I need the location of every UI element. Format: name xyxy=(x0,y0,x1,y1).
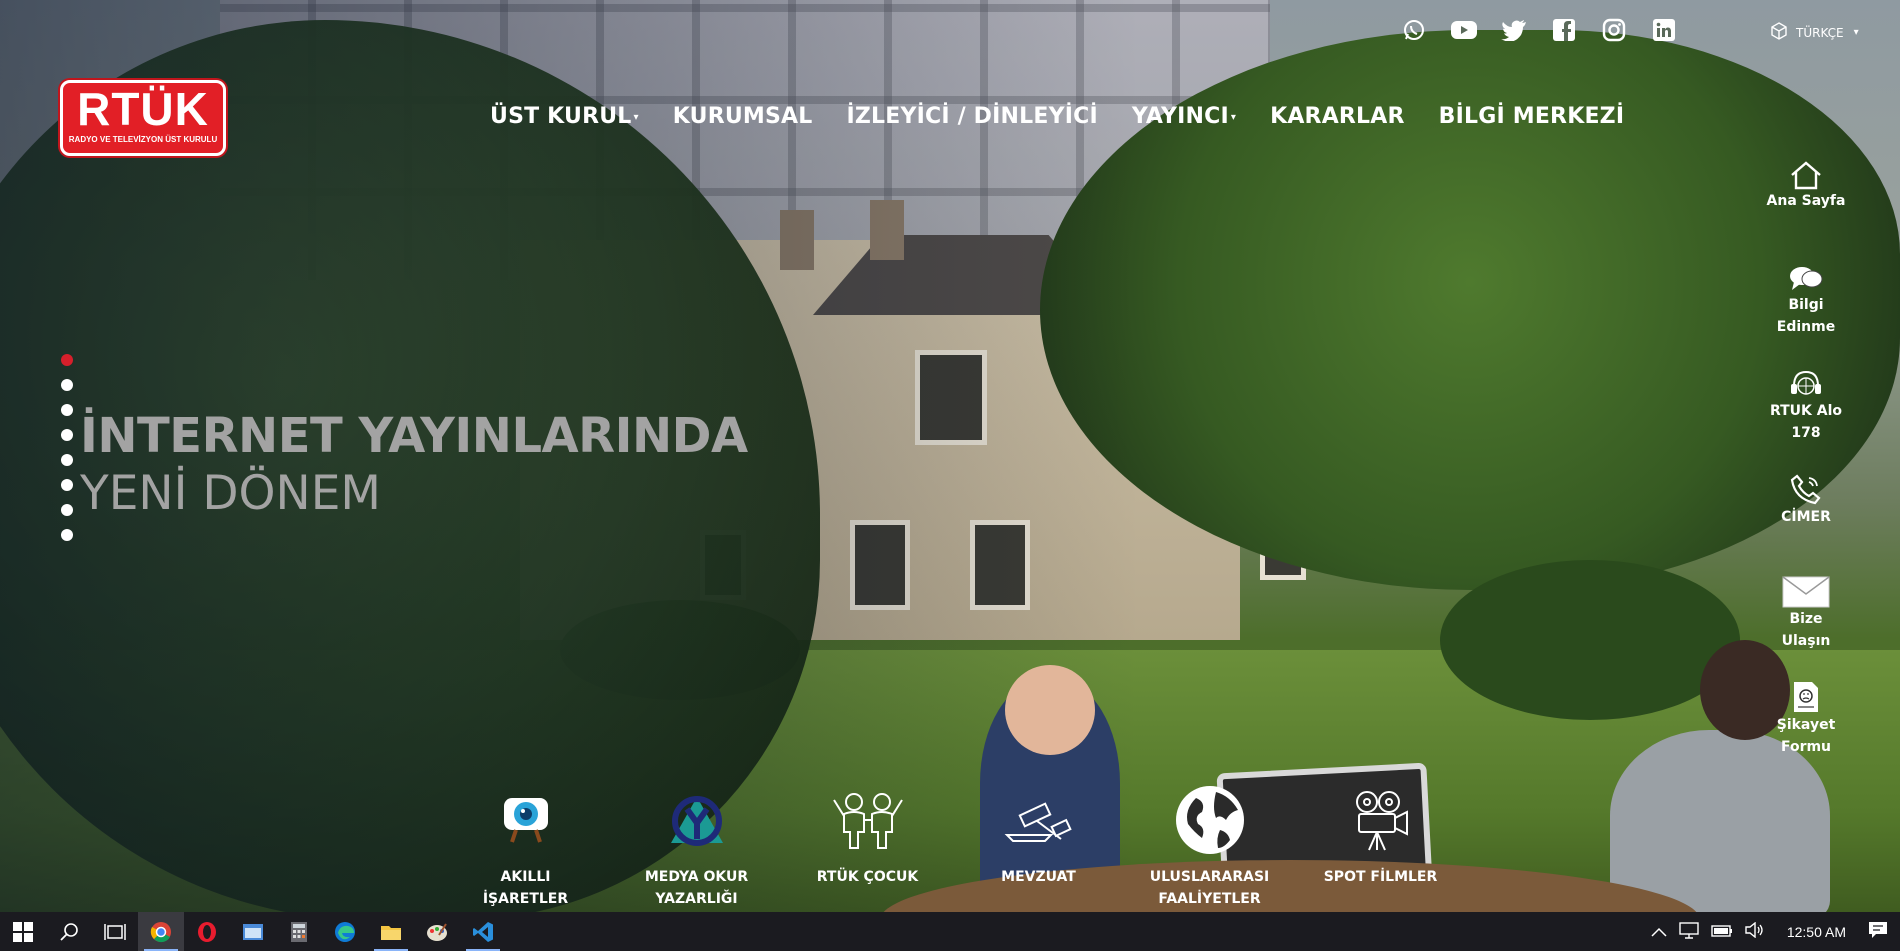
shortcut-medya-okur-yazarligi[interactable]: MEDYA OKUR YAZARLIĞI xyxy=(611,780,782,910)
nav-label: KARARLAR xyxy=(1270,104,1405,129)
calculator-icon[interactable] xyxy=(276,912,322,951)
paint-icon[interactable] xyxy=(414,912,460,951)
opera-icon[interactable] xyxy=(184,912,230,951)
quick-label: Bize Ulaşın xyxy=(1781,611,1831,649)
slide-headline: İNTERNET YAYINLARINDA YENİ DÖNEM xyxy=(80,408,748,524)
shortcut-label: ULUSLARARASI FAALİYETLER xyxy=(1149,869,1270,907)
linkedin-icon[interactable] xyxy=(1650,16,1678,44)
edge-icon[interactable] xyxy=(322,912,368,951)
vscode-icon[interactable] xyxy=(460,912,506,951)
windows-taskbar: 12:50 AM xyxy=(0,912,1900,951)
rtuk-logo[interactable]: RTÜK RADYO VE TELEVİZYON ÜST KURULU xyxy=(60,80,226,156)
language-label: TÜRKÇE xyxy=(1796,25,1844,40)
quick-label: Bilgi Edinme xyxy=(1776,297,1836,335)
shortcut-label: SPOT FİLMLER xyxy=(1323,869,1438,885)
volume-icon[interactable] xyxy=(1745,921,1765,942)
facebook-icon[interactable] xyxy=(1550,16,1578,44)
twitter-icon[interactable] xyxy=(1500,16,1528,44)
slider-pagination xyxy=(61,354,73,541)
logo-subtitle: RADYO VE TELEVİZYON ÜST KURULU xyxy=(68,135,218,144)
quick-label: CİMER xyxy=(1781,509,1831,525)
shortcut-bar: AKILLI İŞARETLER MEDYA OKUR YAZARLIĞI RTÜK… xyxy=(440,780,1466,910)
globe-cube-icon xyxy=(1770,22,1788,43)
quick-sikayet-formu[interactable]: Şikayet Formu xyxy=(1766,680,1846,784)
shortcut-rtuk-cocuk[interactable]: RTÜK ÇOCUK xyxy=(782,780,953,910)
language-selector[interactable]: TÜRKÇE ▾ xyxy=(1770,22,1859,43)
notifications-icon[interactable] xyxy=(1868,921,1888,943)
chevron-down-icon: ▾ xyxy=(1230,111,1237,123)
quick-label: RTUK Alo 178 xyxy=(1769,403,1843,441)
phone-icon xyxy=(1790,474,1821,505)
task-view-icon[interactable] xyxy=(92,912,138,951)
chevron-up-icon[interactable] xyxy=(1651,922,1667,941)
nav-label: KURUMSAL xyxy=(672,104,813,129)
nav-kararlar[interactable]: KARARLAR xyxy=(1270,104,1405,129)
quick-label: Şikayet Formu xyxy=(1776,717,1836,755)
nav-label: YAYINCI xyxy=(1131,104,1229,129)
windows-start-icon[interactable] xyxy=(0,912,46,951)
nav-ust-kurul[interactable]: ÜST KURUL ▾ xyxy=(490,104,639,129)
slider-dot[interactable] xyxy=(61,404,73,416)
slider-dot[interactable] xyxy=(61,354,73,366)
complaint-form-icon xyxy=(1794,682,1818,712)
app-window-icon[interactable] xyxy=(230,912,276,951)
slider-dot[interactable] xyxy=(61,479,73,491)
girl-face xyxy=(1005,665,1095,755)
children-icon xyxy=(832,793,903,849)
whatsapp-icon[interactable] xyxy=(1400,16,1428,44)
slider-dot[interactable] xyxy=(61,529,73,541)
slide-headline-line1: İNTERNET YAYINLARINDA xyxy=(80,408,748,464)
chevron-down-icon: ▾ xyxy=(1853,27,1859,38)
social-links xyxy=(1400,16,1678,44)
youtube-icon[interactable] xyxy=(1450,16,1478,44)
chrome-icon[interactable] xyxy=(138,912,184,951)
battery-icon[interactable] xyxy=(1711,922,1733,941)
shortcut-uluslararasi-faaliyetler[interactable]: ULUSLARARASI FAALİYETLER xyxy=(1124,780,1295,910)
quick-bize-ulasin[interactable]: Bize Ulaşın xyxy=(1766,576,1846,680)
chat-bubbles-icon xyxy=(1790,267,1823,290)
home-icon xyxy=(1791,161,1821,190)
logo-text: RTÜK xyxy=(77,83,209,135)
nav-label: İZLEYİCİ / DİNLEYİCİ xyxy=(846,104,1098,129)
envelope-icon xyxy=(1782,576,1830,608)
file-explorer-icon[interactable] xyxy=(368,912,414,951)
taskbar-clock[interactable]: 12:50 AM xyxy=(1787,924,1846,940)
nav-yayinci[interactable]: YAYINCI ▾ xyxy=(1132,104,1236,129)
quick-ana-sayfa[interactable]: Ana Sayfa xyxy=(1766,160,1846,264)
film-camera-icon xyxy=(1355,791,1408,851)
instagram-icon[interactable] xyxy=(1600,16,1628,44)
shortcut-spot-filmler[interactable]: SPOT FİLMLER xyxy=(1295,780,1466,910)
slide-headline-line2: YENİ DÖNEM xyxy=(80,466,381,521)
quick-cimer[interactable]: CİMER xyxy=(1766,472,1846,576)
nav-izleyici-dinleyici[interactable]: İZLEYİCİ / DİNLEYİCİ xyxy=(846,104,1097,129)
shortcut-mevzuat[interactable]: MEVZUAT xyxy=(953,780,1124,910)
shortcut-label: AKILLI İŞARETLER xyxy=(482,869,569,907)
nav-label: ÜST KURUL xyxy=(490,104,632,129)
nav-kurumsal[interactable]: KURUMSAL xyxy=(673,104,813,129)
nav-bilgi-merkezi[interactable]: BİLGİ MERKEZİ xyxy=(1439,104,1625,129)
shortcut-label: MEDYA OKUR YAZARLIĞI xyxy=(644,869,749,907)
slider-dot[interactable] xyxy=(61,379,73,391)
shortcut-label: RTÜK ÇOCUK xyxy=(816,869,919,885)
slider-dot[interactable] xyxy=(61,454,73,466)
slider-dot[interactable] xyxy=(61,504,73,516)
slider-dot[interactable] xyxy=(61,429,73,441)
legislation-icon xyxy=(1004,802,1072,842)
main-navigation: ÜST KURUL ▾ KURUMSAL İZLEYİCİ / DİNLEYİCİ… xyxy=(490,104,1624,129)
quick-menu: Ana Sayfa Bilgi Edinme RTUK Alo 178 CİME… xyxy=(1767,160,1845,784)
media-literacy-icon xyxy=(670,796,723,846)
nav-label: BİLGİ MERKEZİ xyxy=(1438,104,1625,129)
network-icon[interactable] xyxy=(1679,921,1699,943)
quick-label: Ana Sayfa xyxy=(1766,193,1846,209)
shortcut-akilli-isaretler[interactable]: AKILLI İŞARETLER xyxy=(440,780,611,910)
shortcut-label: MEVZUAT xyxy=(1001,869,1076,885)
chevron-down-icon: ▾ xyxy=(633,111,639,123)
search-icon[interactable] xyxy=(46,912,92,951)
quick-bilgi-edinme[interactable]: Bilgi Edinme xyxy=(1766,264,1846,368)
quick-alo-178[interactable]: RTUK Alo 178 xyxy=(1766,368,1846,472)
system-tray: 12:50 AM xyxy=(1651,912,1900,951)
smart-signs-icon xyxy=(503,798,548,843)
headset-icon xyxy=(1791,370,1821,395)
globe-icon xyxy=(1175,786,1244,854)
